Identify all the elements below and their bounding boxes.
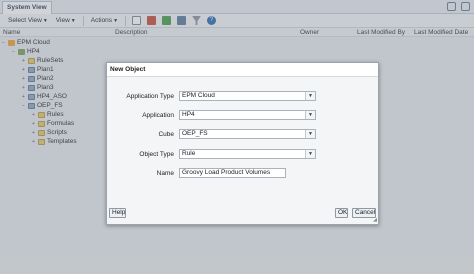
cube-label: Cube (158, 131, 174, 138)
application-value: HP4 (182, 111, 195, 118)
application-label: Application (142, 112, 174, 119)
object-type-value: Rule (182, 150, 196, 157)
name-label: Name (156, 170, 174, 177)
dialog-title: New Object (107, 63, 378, 77)
resize-handle-icon[interactable]: ◢ (373, 217, 377, 223)
chevron-down-icon[interactable]: ▼ (305, 130, 315, 138)
ok-button[interactable]: OK (335, 208, 348, 218)
application-type-select[interactable]: EPM Cloud ▼ (179, 91, 316, 101)
object-type-row: Object Type Rule ▼ (107, 149, 378, 159)
object-type-label: Object Type (139, 151, 174, 158)
application-type-value: EPM Cloud (182, 92, 215, 99)
new-object-dialog: New Object Application Type EPM Cloud ▼ … (106, 62, 379, 225)
object-type-select[interactable]: Rule ▼ (179, 149, 316, 159)
chevron-down-icon[interactable]: ▼ (305, 150, 315, 158)
cube-row: Cube OEP_FS ▼ (107, 129, 378, 139)
application-select[interactable]: HP4 ▼ (179, 110, 316, 120)
application-row: Application HP4 ▼ (107, 110, 378, 120)
application-type-row: Application Type EPM Cloud ▼ (107, 91, 378, 101)
chevron-down-icon[interactable]: ▼ (305, 111, 315, 119)
help-button[interactable]: Help (109, 208, 126, 218)
chevron-down-icon[interactable]: ▼ (305, 92, 315, 100)
application-type-label: Application Type (126, 93, 174, 100)
name-row: Name Groovy Load Product Volumes (107, 168, 378, 178)
cube-value: OEP_FS (182, 130, 208, 137)
name-input[interactable]: Groovy Load Product Volumes (179, 168, 286, 178)
cube-select[interactable]: OEP_FS ▼ (179, 129, 316, 139)
